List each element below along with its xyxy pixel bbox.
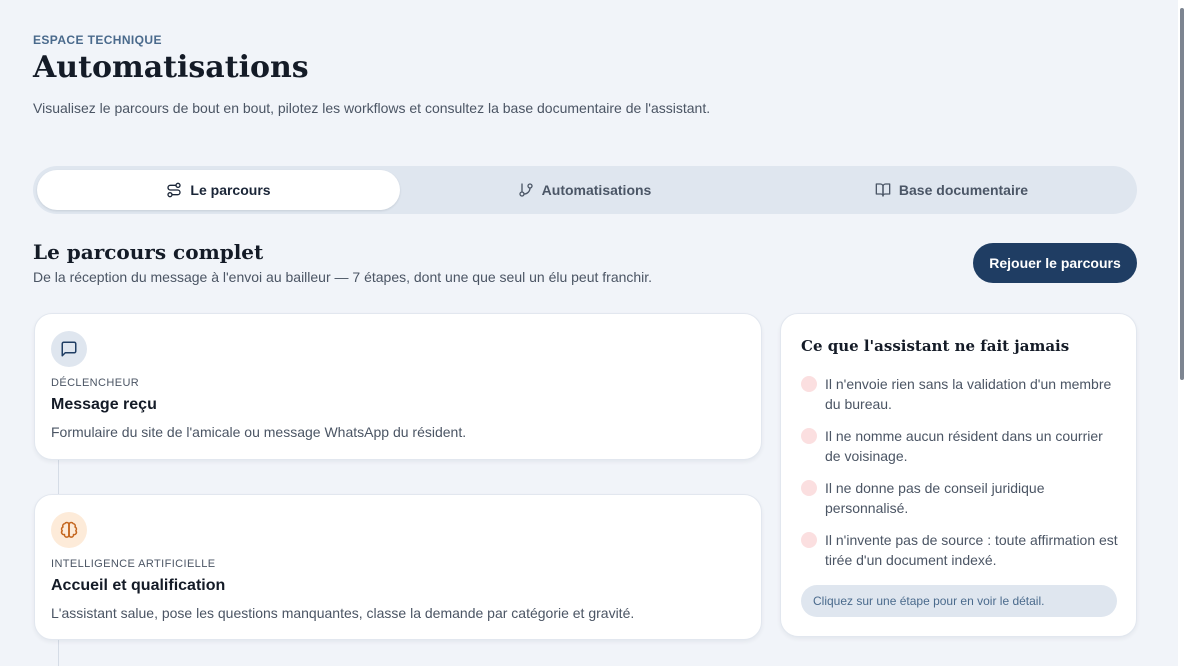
rule-text: Il ne nomme aucun résident dans un courr… [825, 428, 1103, 464]
tab-base-documentaire[interactable]: Base documentaire [770, 170, 1133, 210]
rule-text: Il ne donne pas de conseil juridique per… [825, 480, 1045, 516]
step-kicker: INTELLIGENCE ARTIFICIELLE [51, 558, 216, 570]
step-title: Accueil et qualification [51, 577, 226, 594]
detail-hint: Cliquez sur une étape pour en voir le dé… [801, 585, 1117, 617]
step-kicker: DÉCLENCHEUR [51, 377, 140, 389]
replay-button[interactable]: Rejouer le parcours [973, 243, 1137, 283]
section-subtitle: De la réception du message à l'envoi au … [33, 269, 653, 285]
timeline-connector [58, 640, 59, 666]
scrollbar[interactable] [1178, 0, 1184, 666]
tab-label: Le parcours [190, 182, 271, 198]
rule-text: Il n'invente pas de source : toute affir… [825, 532, 1118, 568]
rule-dot-icon [801, 376, 817, 392]
rule-dot-icon [801, 480, 817, 496]
section-title: Le parcours complet [33, 240, 264, 264]
timeline-connector [58, 460, 59, 494]
panel-title: Ce que l'assistant ne fait jamais [801, 337, 1070, 355]
tab-bar: Le parcours Automatisations Base documen… [33, 166, 1137, 214]
safeguards-panel: Ce que l'assistant ne fait jamais Il n'e… [780, 313, 1137, 637]
step-title: Message reçu [51, 396, 157, 413]
page-eyebrow: ESPACE TECHNIQUE [33, 33, 162, 47]
step-card-accueil-qualification[interactable]: INTELLIGENCE ARTIFICIELLE Accueil et qua… [34, 494, 762, 640]
book-open-icon [875, 183, 891, 197]
scrollbar-thumb[interactable] [1180, 8, 1184, 380]
tab-label: Base documentaire [898, 182, 1029, 198]
route-icon [167, 182, 182, 198]
tab-le-parcours[interactable]: Le parcours [37, 170, 400, 210]
tab-label: Automatisations [541, 182, 652, 198]
rule-dot-icon [801, 428, 817, 444]
message-square-icon [51, 331, 87, 367]
rule-item: Il ne nomme aucun résident dans un courr… [801, 426, 1121, 466]
rule-dot-icon [801, 532, 817, 548]
rule-item: Il n'envoie rien sans la validation d'un… [801, 374, 1121, 414]
rule-item: Il ne donne pas de conseil juridique per… [801, 478, 1121, 518]
rule-item: Il n'invente pas de source : toute affir… [801, 530, 1121, 570]
step-description: Formulaire du site de l'amicale ou messa… [51, 424, 467, 440]
rule-text: Il n'envoie rien sans la validation d'un… [825, 376, 1112, 412]
git-branch-icon [518, 183, 533, 197]
step-description: L'assistant salue, pose les questions ma… [51, 605, 635, 621]
step-card-message-recu[interactable]: DÉCLENCHEUR Message reçu Formulaire du s… [34, 313, 762, 460]
page-title: Automatisations [33, 50, 309, 85]
page-subtitle: Visualisez le parcours de bout en bout, … [33, 100, 711, 116]
tab-automatisations[interactable]: Automatisations [403, 170, 766, 210]
brain-icon [51, 512, 87, 548]
